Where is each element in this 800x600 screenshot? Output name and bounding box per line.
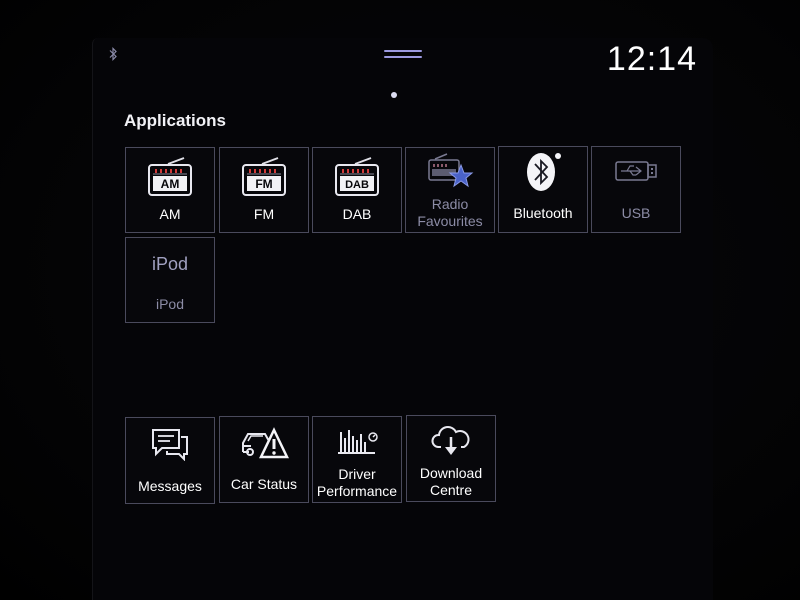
app-tile-bluetooth[interactable]: Bluetooth <box>498 146 588 233</box>
messages-icon <box>126 424 214 464</box>
app-tile-label: FM <box>253 206 275 222</box>
app-tile-label: iPod <box>155 296 185 312</box>
app-tile-radio-favourites[interactable]: Radio Favourites <box>405 147 495 233</box>
app-tile-fm[interactable]: FM FM <box>219 147 309 233</box>
tool-tile-driver-performance[interactable]: Driver Performance <box>312 416 402 503</box>
app-tile-label: Radio Favourites <box>417 196 483 229</box>
infotainment-screen: 12:14 Applications AM AM FM FM DAB DAB R… <box>92 38 713 600</box>
radio-star-icon <box>406 152 494 192</box>
app-tile-dab[interactable]: DAB DAB <box>312 147 402 233</box>
tool-tile-label: Car Status <box>230 476 298 492</box>
section-title: Applications <box>124 111 227 130</box>
svg-text:DAB: DAB <box>345 179 369 191</box>
app-tile-label: USB <box>621 205 651 221</box>
status-bar: 12:14 <box>93 38 713 98</box>
fm-radio-icon: FM <box>220 154 308 198</box>
ipod-text-icon: iPod <box>151 254 189 274</box>
svg-text:AM: AM <box>161 177 180 191</box>
bluetooth-icon <box>499 151 587 193</box>
app-tile-usb[interactable]: USB <box>591 146 681 233</box>
app-tile-label: AM <box>159 206 181 222</box>
clock: 12:14 <box>606 40 697 78</box>
am-radio-icon: AM <box>126 154 214 198</box>
car-warning-icon <box>220 423 308 463</box>
svg-text:FM: FM <box>255 177 272 191</box>
page-indicator-dot <box>391 92 397 98</box>
app-tile-ipod[interactable]: iPod iPod <box>125 237 215 323</box>
app-tile-label: Bluetooth <box>513 205 573 221</box>
tool-tile-label: Messages <box>138 478 202 494</box>
top-panel-handle[interactable] <box>384 50 422 62</box>
tool-tile-car-status[interactable]: Car Status <box>219 416 309 503</box>
tool-tile-label: Download Centre <box>419 465 483 498</box>
performance-chart-icon <box>313 421 401 461</box>
cloud-download-icon <box>407 420 495 460</box>
tool-tile-download-centre[interactable]: Download Centre <box>406 415 496 502</box>
usb-drive-icon <box>592 155 680 187</box>
tool-tile-label: Driver Performance <box>316 466 398 499</box>
app-tile-am[interactable]: AM AM <box>125 147 215 233</box>
tool-tile-messages[interactable]: Messages <box>125 417 215 504</box>
app-tile-label: DAB <box>342 206 372 222</box>
dab-radio-icon: DAB <box>313 154 401 198</box>
bluetooth-icon <box>109 47 117 61</box>
